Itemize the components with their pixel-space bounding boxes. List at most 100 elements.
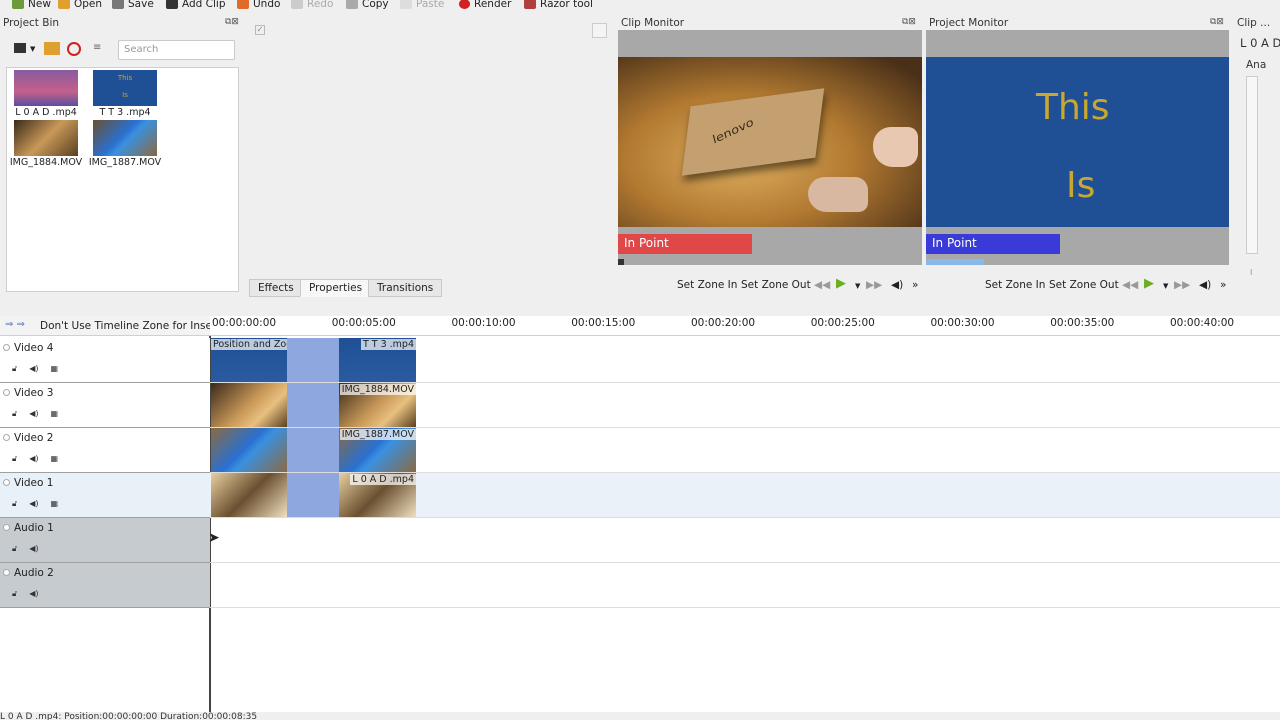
razor-tool-button[interactable]: Razor tool — [524, 0, 593, 12]
mute-icon[interactable]: ◀) — [29, 499, 38, 509]
track-lane[interactable]: IMG_1884.MOV — [210, 383, 1280, 428]
play-icon[interactable]: ▶ — [1144, 276, 1154, 291]
track-target-icon[interactable] — [3, 569, 10, 576]
lock-icon[interactable]: 🔓︎ — [12, 544, 17, 554]
clip-thumbnail[interactable] — [14, 120, 78, 156]
timeline-clip[interactable] — [211, 383, 287, 427]
mute-icon[interactable]: ◀) — [29, 364, 38, 374]
track-lane[interactable]: IMG_1887.MOV — [210, 428, 1280, 473]
timeline-clip[interactable]: T T 3 .mp4 — [339, 338, 416, 382]
float-close-icons[interactable]: ⧉⊠ — [1210, 17, 1224, 27]
project-monitor-view[interactable]: This Is In Point — [926, 30, 1229, 265]
clip-thumbnail[interactable] — [14, 70, 78, 106]
playhead-marker[interactable] — [618, 259, 624, 265]
save-button[interactable]: Save — [112, 0, 154, 12]
zone-option-label[interactable]: Don't Use Timeline Zone for Insert — [40, 320, 220, 332]
timeline-clip[interactable] — [211, 473, 287, 517]
add-clip-button[interactable]: Add Clip — [166, 0, 226, 12]
clip-name[interactable]: T T 3 .mp4 — [83, 107, 167, 118]
track-target-icon[interactable] — [3, 389, 10, 396]
play-icon[interactable]: ▶ — [836, 276, 846, 291]
delete-icon[interactable] — [67, 42, 81, 56]
clip-name[interactable]: IMG_1887.MOV — [83, 157, 167, 168]
track-target-icon[interactable] — [3, 524, 10, 531]
tab-effects[interactable]: Effects — [249, 279, 303, 297]
timeline-clip[interactable]: L 0 A D .mp4 — [339, 473, 416, 517]
clip-name[interactable]: IMG_1884.MOV — [4, 157, 88, 168]
track-lane[interactable]: L 0 A D .mp4 — [210, 473, 1280, 518]
hide-video-icon[interactable]: ▦ — [50, 454, 58, 464]
lock-icon[interactable]: 🔓︎ — [12, 589, 17, 599]
tab-properties[interactable]: Properties — [300, 279, 372, 297]
dropdown-arrow-icon[interactable]: ▼ — [30, 45, 35, 53]
mute-icon[interactable]: ◀) — [29, 544, 38, 554]
track-target-icon[interactable] — [3, 434, 10, 441]
timeline-clip[interactable] — [211, 428, 287, 472]
track-lane[interactable] — [210, 563, 1280, 608]
mute-icon[interactable]: ◀) — [29, 409, 38, 419]
volume-icon[interactable]: ◀) — [1199, 279, 1211, 291]
volume-icon[interactable]: ◀) — [891, 279, 903, 291]
mute-icon[interactable]: ◀) — [29, 454, 38, 464]
more-icon[interactable]: » — [1220, 279, 1226, 291]
forward-icon[interactable]: ▶▶ — [866, 279, 882, 291]
options-button[interactable] — [592, 23, 607, 38]
mute-icon[interactable]: ◀) — [29, 589, 38, 599]
play-menu-arrow-icon[interactable]: ▼ — [1163, 282, 1168, 290]
zone-marker[interactable] — [926, 259, 984, 265]
new-button[interactable]: New — [12, 0, 51, 12]
clip-name[interactable]: L 0 A D .mp4 — [4, 107, 88, 118]
track-header[interactable]: Video 4 🔓︎ ◀) ▦ — [0, 338, 210, 383]
track-header[interactable]: Audio 1 🔓︎ ◀) — [0, 518, 210, 563]
hide-video-icon[interactable]: ▦ — [50, 499, 58, 509]
render-button[interactable]: Render — [459, 0, 511, 12]
add-clip-menu-icon[interactable] — [14, 43, 26, 53]
clip-monitor-view[interactable]: lenovo In Point — [618, 30, 922, 265]
folder-add-icon[interactable] — [44, 42, 60, 55]
transition-clip[interactable] — [287, 428, 339, 472]
timeline-clip[interactable]: IMG_1884.MOV — [339, 383, 416, 427]
lock-icon[interactable]: 🔓︎ — [12, 364, 17, 374]
timeline-clip[interactable]: IMG_1887.MOV — [339, 428, 416, 472]
forward-icon[interactable]: ▶▶ — [1174, 279, 1190, 291]
tab-transitions[interactable]: Transitions — [368, 279, 443, 297]
open-button[interactable]: Open — [58, 0, 102, 12]
timeline-ruler[interactable]: 00:00:00:00 00:00:05:00 00:00:10:00 00:00:1… — [210, 316, 1280, 336]
track-header[interactable]: Video 3 🔓︎ ◀) ▦ — [0, 383, 210, 428]
paste-button[interactable]: Paste — [400, 0, 444, 12]
transition-clip[interactable] — [287, 338, 339, 382]
rewind-icon[interactable]: ◀◀ — [1122, 279, 1138, 291]
track-lane[interactable]: Position and Zoom T T 3 .mp4 — [210, 338, 1280, 383]
clip-properties-scrollbar[interactable] — [1246, 76, 1258, 254]
clip-thumbnail[interactable]: This Is — [93, 70, 157, 106]
track-target-icon[interactable] — [3, 344, 10, 351]
checkbox[interactable]: ✓ — [255, 25, 265, 35]
hide-video-icon[interactable]: ▦ — [50, 364, 58, 374]
track-header[interactable]: Audio 2 🔓︎ ◀) — [0, 563, 210, 608]
set-zone-out-button[interactable]: Set Zone Out — [1049, 279, 1119, 291]
copy-button[interactable]: Copy — [346, 0, 389, 12]
set-zone-in-button[interactable]: Set Zone In — [985, 279, 1045, 291]
view-menu-icon[interactable]: ≡ — [93, 42, 101, 53]
lock-icon[interactable]: 🔓︎ — [12, 499, 17, 509]
track-lane[interactable] — [210, 518, 1280, 563]
float-close-icons[interactable]: ⧉⊠ — [902, 17, 916, 27]
redo-button[interactable]: Redo — [291, 0, 333, 12]
track-header[interactable]: Video 2 🔓︎ ◀) ▦ — [0, 428, 210, 473]
bin-search-input[interactable]: Search — [118, 40, 235, 60]
play-menu-arrow-icon[interactable]: ▼ — [855, 282, 860, 290]
track-header[interactable]: Video 1 🔓︎ ◀) ▦ — [0, 473, 210, 518]
more-icon[interactable]: » — [912, 279, 918, 291]
track-target-icon[interactable] — [3, 479, 10, 486]
transition-clip[interactable] — [287, 473, 339, 517]
undo-button[interactable]: Undo — [237, 0, 280, 12]
transition-clip[interactable] — [287, 383, 339, 427]
clip-thumbnail[interactable] — [93, 120, 157, 156]
set-zone-out-button[interactable]: Set Zone Out — [741, 279, 811, 291]
rewind-icon[interactable]: ◀◀ — [814, 279, 830, 291]
set-zone-in-button[interactable]: Set Zone In — [677, 279, 737, 291]
insert-zone-icon[interactable]: ⇒ ⇒ — [5, 319, 25, 330]
more-icon[interactable]: ⁝ — [1250, 268, 1253, 277]
timeline-clip[interactable]: Position and Zoom — [211, 338, 287, 382]
lock-icon[interactable]: 🔓︎ — [12, 409, 17, 419]
